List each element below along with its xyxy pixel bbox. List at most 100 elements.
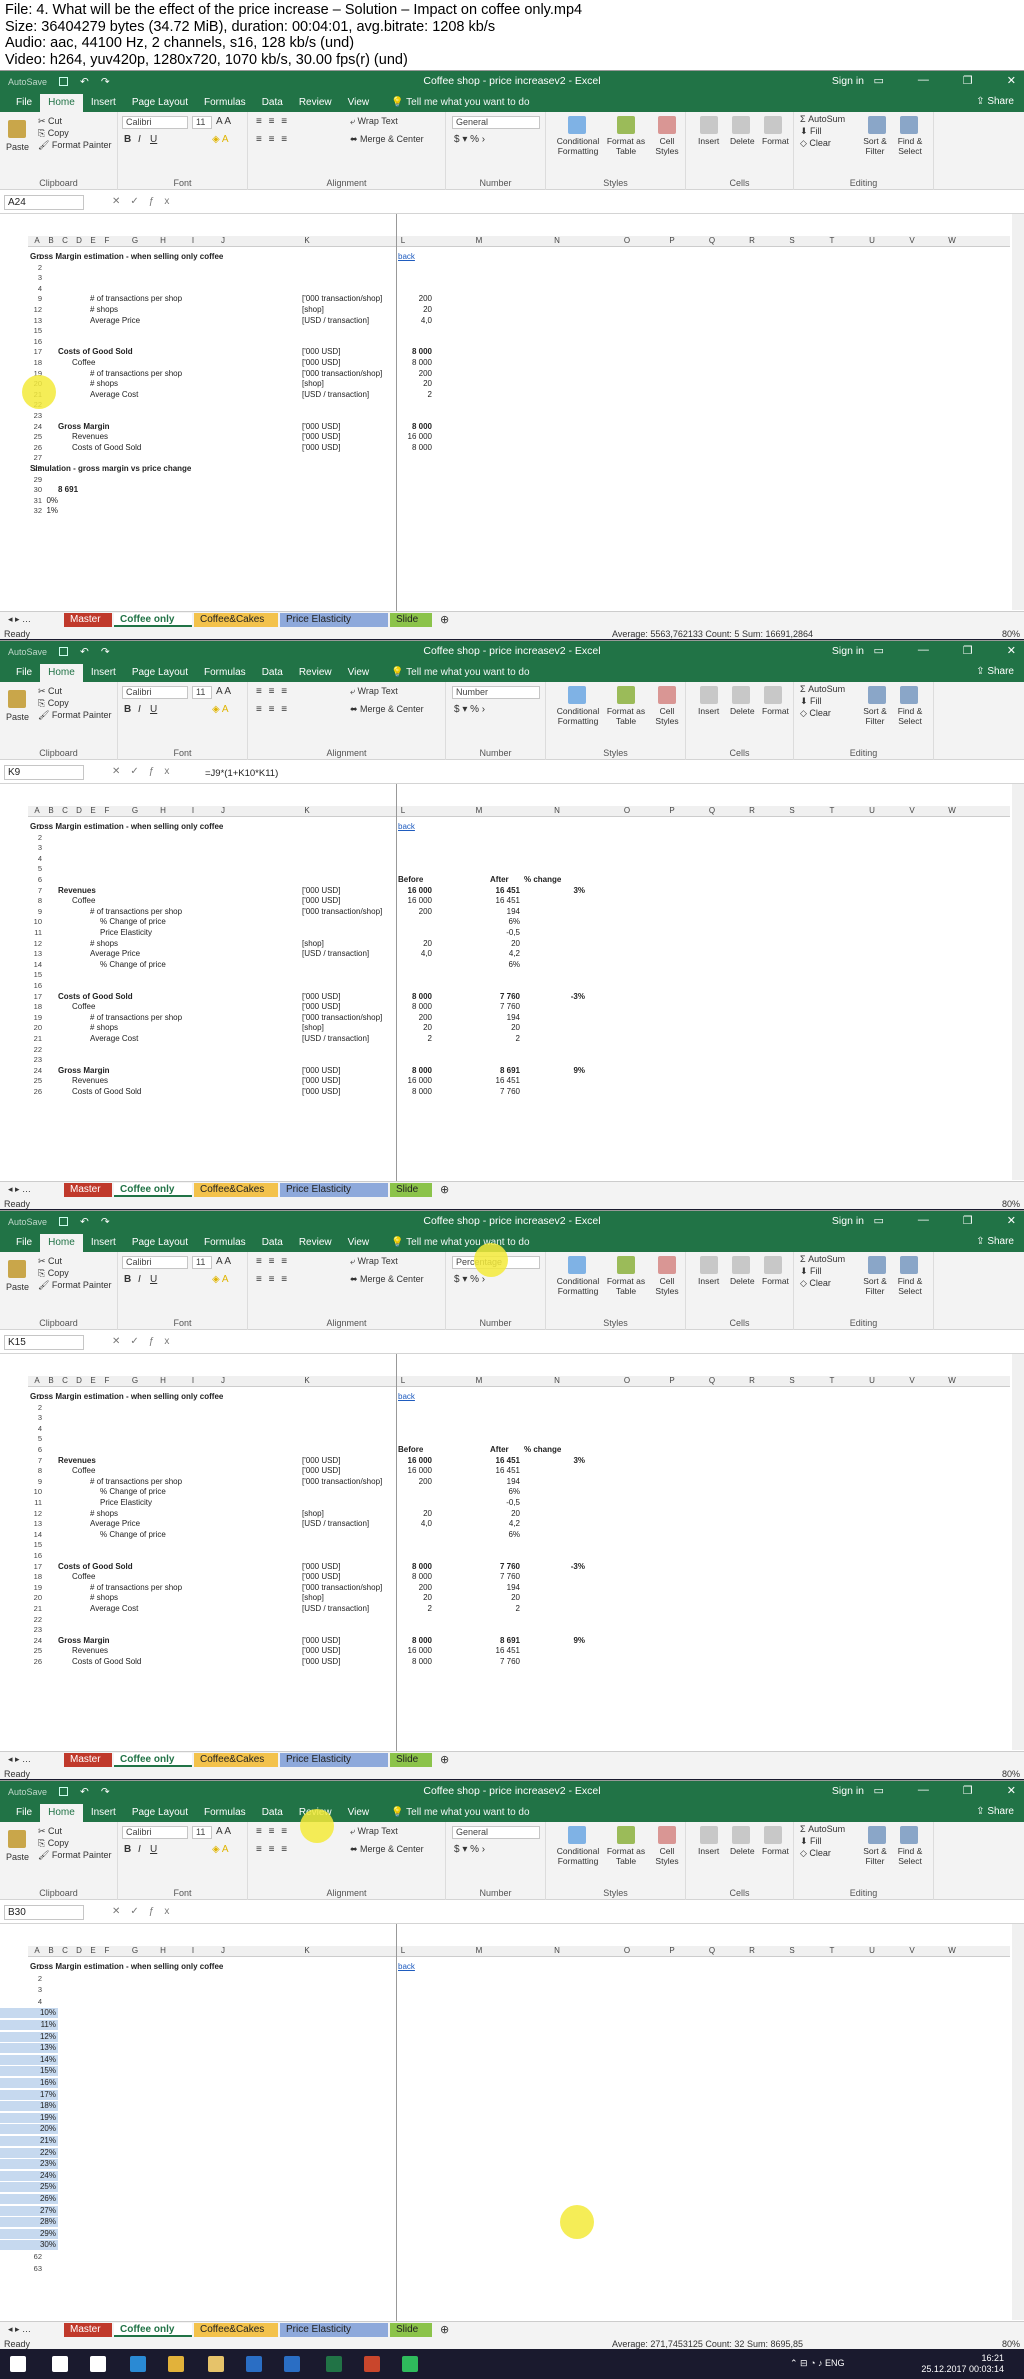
format-painter-button[interactable]: 🖌 Format Painter [38, 710, 111, 721]
tab-home[interactable]: Home [40, 1234, 83, 1252]
tab-formulas[interactable]: Formulas [196, 1804, 254, 1822]
align-icons-2[interactable]: ≡ ≡ ≡ [256, 1844, 289, 1855]
powerpoint-icon[interactable] [364, 2356, 380, 2372]
column-header-H[interactable]: H [156, 1946, 170, 1955]
underline-button[interactable]: U [150, 1844, 157, 1855]
vertical-scrollbar[interactable] [1012, 1354, 1024, 1750]
column-header-D[interactable]: D [72, 806, 86, 815]
cut-button[interactable]: ✂ Cut [38, 1826, 62, 1837]
clear-button[interactable]: ◇ Clear [800, 708, 831, 719]
task-view-icon[interactable] [90, 2356, 106, 2372]
row-header-2[interactable]: 2 [28, 1974, 45, 1983]
column-header-P[interactable]: P [665, 1946, 679, 1955]
format-as-table-button[interactable]: Format as Table [605, 136, 647, 156]
start-icon[interactable] [10, 2356, 26, 2372]
font-name-box[interactable]: Calibri [122, 686, 188, 699]
zoom-level[interactable]: 80% [1002, 629, 1020, 639]
row-header-14[interactable]: 14 [28, 1530, 45, 1539]
vertical-scrollbar[interactable] [1012, 214, 1024, 610]
column-header-M[interactable]: M [472, 236, 486, 245]
column-header-K[interactable]: K [300, 1376, 314, 1385]
column-header-J[interactable]: J [216, 236, 230, 245]
back-link[interactable]: back [398, 1392, 415, 1402]
conditional-formatting-icon[interactable] [568, 686, 586, 704]
tab-page-layout[interactable]: Page Layout [124, 1234, 196, 1252]
tab-view[interactable]: View [340, 664, 378, 682]
font-name-box[interactable]: Calibri [122, 116, 188, 129]
minimize-icon[interactable]: — [918, 74, 929, 87]
row-header-14[interactable]: 14 [28, 960, 45, 969]
row-header-15[interactable]: 15 [28, 1540, 45, 1549]
minimize-icon[interactable]: — [918, 1784, 929, 1797]
column-header-B[interactable]: B [44, 236, 58, 245]
column-header-V[interactable]: V [905, 806, 919, 815]
wrap-text-button[interactable]: ⤶ Wrap Text [350, 1256, 398, 1267]
number-format-box[interactable]: General [452, 1826, 540, 1839]
tab-file[interactable]: File [8, 664, 40, 682]
ribbon-display-icon[interactable]: ▭ [874, 1214, 884, 1227]
column-header-Q[interactable]: Q [705, 1376, 719, 1385]
sheet-tab-slide[interactable]: Slide [390, 613, 432, 627]
tab-view[interactable]: View [340, 1234, 378, 1252]
find-select-button[interactable]: Find & Select [893, 1846, 927, 1866]
ribbon-display-icon[interactable]: ▭ [874, 74, 884, 87]
sign-in-link[interactable]: Sign in [832, 75, 864, 87]
tab-file[interactable]: File [8, 1804, 40, 1822]
sheet-tab-coffee-cakes[interactable]: Coffee&Cakes [194, 1183, 278, 1197]
row-header-17[interactable]: 17 [28, 347, 45, 356]
sheet-tab-master[interactable]: Master [64, 2323, 112, 2337]
column-header-G[interactable]: G [128, 806, 142, 815]
column-header-O[interactable]: O [620, 1376, 634, 1385]
column-header-O[interactable]: O [620, 806, 634, 815]
copy-button[interactable]: ⎘ Copy [38, 1838, 69, 1849]
format-cells-icon[interactable] [764, 1826, 782, 1844]
sheet-tab-price-elasticity[interactable]: Price Elasticity [280, 2323, 388, 2337]
column-header-I[interactable]: I [186, 806, 200, 815]
tab-review[interactable]: Review [291, 1234, 340, 1252]
autosum-button[interactable]: Σ AutoSum [800, 1824, 845, 1834]
number-format-box[interactable]: General [452, 116, 540, 129]
tab-view[interactable]: View [340, 94, 378, 112]
underline-button[interactable]: U [150, 134, 157, 145]
italic-button[interactable]: I [138, 704, 141, 715]
format-painter-button[interactable]: 🖌 Format Painter [38, 1280, 111, 1291]
column-header-F[interactable]: F [100, 236, 114, 245]
column-header-C[interactable]: C [58, 236, 72, 245]
copy-button[interactable]: ⎘ Copy [38, 128, 69, 139]
row-header-18[interactable]: 18 [28, 358, 45, 367]
column-header-H[interactable]: H [156, 236, 170, 245]
tell-me-search[interactable]: 💡 Tell me what you want to do [383, 1234, 537, 1252]
format-as-table-icon[interactable] [617, 1826, 635, 1844]
insert-cells-button[interactable]: Insert [698, 1846, 719, 1856]
row-header-15[interactable]: 15 [28, 970, 45, 979]
sign-in-link[interactable]: Sign in [832, 1215, 864, 1227]
row-header-6[interactable]: 6 [28, 1445, 45, 1454]
formula-bar-icons[interactable]: ✕✓ƒx [112, 1336, 179, 1347]
find-select-icon[interactable] [900, 1826, 918, 1844]
row-header-4[interactable]: 4 [28, 1424, 45, 1433]
back-link[interactable]: back [398, 252, 415, 262]
zoom-level[interactable]: 80% [1002, 2339, 1020, 2349]
insert-cells-icon[interactable] [700, 1256, 718, 1274]
format-painter-button[interactable]: 🖌 Format Painter [38, 1850, 111, 1861]
format-as-table-button[interactable]: Format as Table [605, 1276, 647, 1296]
column-header-L[interactable]: L [396, 1376, 410, 1385]
row-header-25[interactable]: 25 [28, 1076, 45, 1085]
column-header-T[interactable]: T [825, 1376, 839, 1385]
name-box[interactable]: A24 [4, 195, 84, 210]
column-header-N[interactable]: N [550, 1376, 564, 1385]
camtasia-icon[interactable] [402, 2356, 418, 2372]
merge-center-button[interactable]: ⬌ Merge & Center [350, 134, 424, 145]
row-header-9[interactable]: 9 [28, 294, 45, 303]
insert-cells-button[interactable]: Insert [698, 706, 719, 716]
delete-cells-icon[interactable] [732, 1826, 750, 1844]
font-name-box[interactable]: Calibri [122, 1256, 188, 1269]
row-header-2[interactable]: 2 [28, 1403, 45, 1412]
column-header-L[interactable]: L [396, 236, 410, 245]
row-header-20[interactable]: 20 [28, 1593, 45, 1602]
column-header-A[interactable]: A [30, 236, 44, 245]
column-header-E[interactable]: E [86, 1946, 100, 1955]
column-header-K[interactable]: K [300, 236, 314, 245]
sheet-tab-master[interactable]: Master [64, 613, 112, 627]
underline-button[interactable]: U [150, 1274, 157, 1285]
